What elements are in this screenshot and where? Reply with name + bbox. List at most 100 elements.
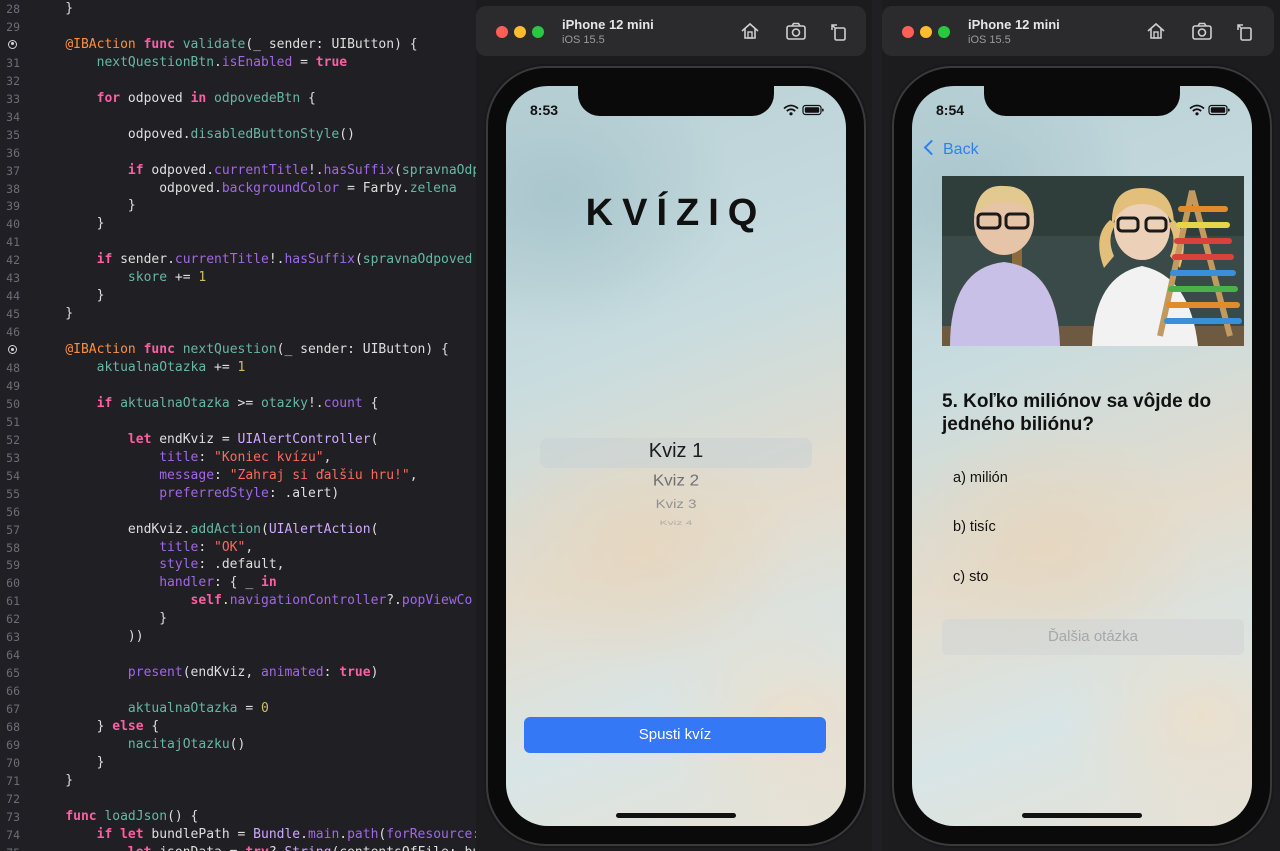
code-text[interactable]: if odpoved.currentTitle!.hasSuffix(sprav… bbox=[34, 162, 512, 180]
code-text[interactable]: } bbox=[34, 197, 136, 215]
screenshot-icon[interactable] bbox=[1191, 20, 1213, 42]
line-number[interactable]: 43 bbox=[0, 269, 20, 287]
line-number[interactable]: 59 bbox=[0, 556, 20, 574]
line-number[interactable]: 48 bbox=[0, 359, 20, 377]
code-text[interactable]: self.navigationController?.popViewCo bbox=[34, 592, 473, 610]
rotate-icon[interactable] bbox=[828, 20, 850, 42]
line-number[interactable]: 64 bbox=[0, 646, 20, 664]
code-text[interactable]: } bbox=[34, 305, 73, 323]
line-number[interactable]: 45 bbox=[0, 305, 20, 323]
line-number[interactable]: 28 bbox=[0, 0, 20, 18]
code-text[interactable]: } bbox=[34, 754, 105, 772]
ibaction-connection-icon[interactable] bbox=[8, 39, 17, 49]
line-number[interactable]: 50 bbox=[0, 395, 20, 413]
code-text[interactable]: skore += 1 bbox=[34, 269, 206, 287]
line-number[interactable]: 68 bbox=[0, 718, 20, 736]
code-text[interactable]: if aktualnaOtazka >= otazky!.count { bbox=[34, 395, 379, 413]
line-number[interactable]: 51 bbox=[0, 413, 20, 431]
code-text[interactable]: if let bundlePath = Bundle.main.path(for… bbox=[34, 826, 488, 844]
picker-row[interactable]: Kviz 2 bbox=[506, 472, 846, 490]
code-text[interactable]: endKviz.addAction(UIAlertAction( bbox=[34, 521, 379, 539]
line-number[interactable]: 66 bbox=[0, 682, 20, 700]
line-number[interactable]: 57 bbox=[0, 521, 20, 539]
line-number[interactable]: 72 bbox=[0, 790, 20, 808]
line-number[interactable]: 58 bbox=[0, 539, 20, 557]
line-number[interactable]: 34 bbox=[0, 108, 20, 126]
line-number[interactable]: 74 bbox=[0, 826, 20, 844]
line-number[interactable]: 49 bbox=[0, 377, 20, 395]
line-number[interactable]: 61 bbox=[0, 592, 20, 610]
line-number[interactable]: 36 bbox=[0, 144, 20, 162]
code-text[interactable]: for odpoved in odpovedeBtn { bbox=[34, 90, 316, 108]
line-number[interactable]: 32 bbox=[0, 72, 20, 90]
code-text[interactable]: nextQuestionBtn.isEnabled = true bbox=[34, 54, 347, 72]
line-number[interactable]: 54 bbox=[0, 467, 20, 485]
code-text[interactable]: @IBAction func validate(_ sender: UIButt… bbox=[34, 36, 417, 54]
code-text[interactable]: present(endKviz, animated: true) bbox=[34, 664, 379, 682]
line-number[interactable]: 33 bbox=[0, 90, 20, 108]
home-indicator[interactable] bbox=[1022, 813, 1142, 818]
next-question-button[interactable]: Ďalšia otázka bbox=[942, 619, 1244, 655]
line-number[interactable]: 75 bbox=[0, 844, 20, 851]
home-indicator[interactable] bbox=[616, 813, 736, 818]
code-text[interactable]: odpoved.backgroundColor = Farby.zelena bbox=[34, 180, 456, 198]
zoom-window-button[interactable] bbox=[938, 26, 950, 38]
line-number[interactable]: 65 bbox=[0, 664, 20, 682]
code-text[interactable]: aktualnaOtazka += 1 bbox=[34, 359, 246, 377]
picker-row[interactable]: Kviz 1 bbox=[506, 440, 846, 463]
code-text[interactable]: } bbox=[34, 0, 73, 18]
code-text[interactable]: } bbox=[34, 287, 105, 305]
zoom-window-button[interactable] bbox=[532, 26, 544, 38]
picker-row[interactable]: Kviz 4 bbox=[506, 519, 846, 527]
answer-button[interactable]: c) sto bbox=[953, 569, 988, 585]
line-number[interactable]: 62 bbox=[0, 610, 20, 628]
code-text[interactable]: } bbox=[34, 772, 73, 790]
code-text[interactable]: handler: { _ in bbox=[34, 574, 276, 592]
line-number[interactable]: 70 bbox=[0, 754, 20, 772]
line-number[interactable]: 67 bbox=[0, 700, 20, 718]
code-text[interactable]: message: "Zahraj si ďalšiu hru!", bbox=[34, 467, 417, 485]
line-number[interactable]: 38 bbox=[0, 180, 20, 198]
line-number[interactable]: 71 bbox=[0, 772, 20, 790]
line-number[interactable]: 52 bbox=[0, 431, 20, 449]
line-number[interactable]: 46 bbox=[0, 323, 20, 341]
code-text[interactable]: let endKviz = UIAlertController( bbox=[34, 431, 378, 449]
line-number[interactable]: 69 bbox=[0, 736, 20, 754]
line-number[interactable]: 63 bbox=[0, 628, 20, 646]
home-icon[interactable] bbox=[739, 20, 761, 42]
line-number[interactable]: 39 bbox=[0, 197, 20, 215]
code-text[interactable]: title: "Koniec kvízu", bbox=[34, 449, 331, 467]
close-window-button[interactable] bbox=[496, 26, 508, 38]
code-text[interactable]: func loadJson() { bbox=[34, 808, 198, 826]
code-text[interactable]: } bbox=[34, 215, 105, 233]
line-number[interactable]: 60 bbox=[0, 574, 20, 592]
answer-button[interactable]: a) milión bbox=[953, 470, 1008, 486]
line-number[interactable]: 41 bbox=[0, 233, 20, 251]
code-text[interactable]: odpoved.disabledButtonStyle() bbox=[34, 126, 355, 144]
minimize-window-button[interactable] bbox=[514, 26, 526, 38]
rotate-icon[interactable] bbox=[1234, 20, 1256, 42]
phone-screen[interactable]: 8:53 KVÍZIQ Kviz 1 Kviz 2 Kviz 3 Kviz 4 bbox=[506, 86, 846, 826]
code-text[interactable]: @IBAction func nextQuestion(_ sender: UI… bbox=[34, 341, 449, 359]
code-text[interactable]: nacitajOtazku() bbox=[34, 736, 245, 754]
home-icon[interactable] bbox=[1145, 20, 1167, 42]
code-text[interactable]: title: "OK", bbox=[34, 539, 253, 557]
picker-row[interactable]: Kviz 3 bbox=[506, 498, 846, 512]
screenshot-icon[interactable] bbox=[785, 20, 807, 42]
code-text[interactable]: )) bbox=[34, 628, 144, 646]
line-number[interactable]: 44 bbox=[0, 287, 20, 305]
line-number[interactable]: 37 bbox=[0, 162, 20, 180]
line-number[interactable]: 55 bbox=[0, 485, 20, 503]
code-text[interactable]: } else { bbox=[34, 718, 160, 736]
line-number[interactable]: 31 bbox=[0, 54, 20, 72]
close-window-button[interactable] bbox=[902, 26, 914, 38]
minimize-window-button[interactable] bbox=[920, 26, 932, 38]
ibaction-connection-icon[interactable] bbox=[8, 345, 17, 355]
back-button[interactable]: Back bbox=[923, 139, 979, 159]
code-text[interactable]: preferredStyle: .alert) bbox=[34, 485, 339, 503]
line-number[interactable]: 56 bbox=[0, 503, 20, 521]
line-number[interactable]: 40 bbox=[0, 215, 20, 233]
code-text[interactable]: } bbox=[34, 610, 167, 628]
code-text[interactable]: style: .default, bbox=[34, 556, 284, 574]
line-number[interactable]: 29 bbox=[0, 18, 20, 36]
